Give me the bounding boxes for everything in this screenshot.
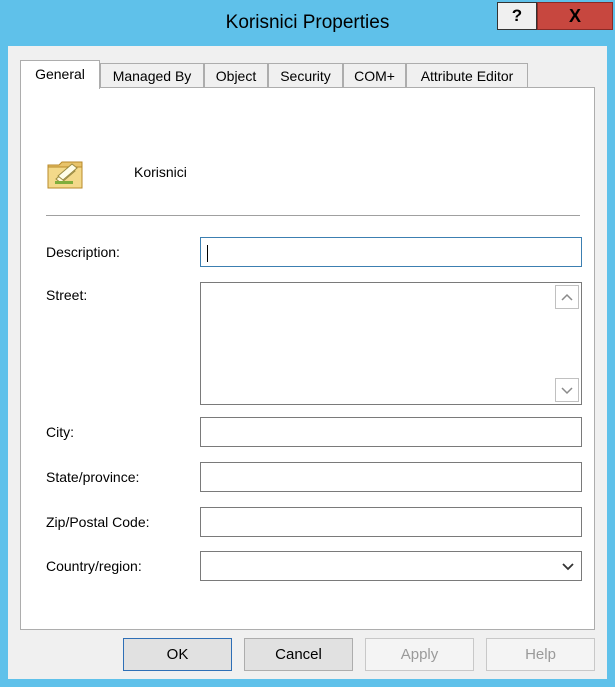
country-label: Country/region: <box>46 558 142 574</box>
tab-attribute-editor[interactable]: Attribute Editor <box>406 63 528 88</box>
general-tab-panel: Korisnici Description: Street: City: Sta… <box>20 87 595 630</box>
properties-dialog: Korisnici Properties ? X General Managed… <box>0 0 615 687</box>
cancel-button[interactable]: Cancel <box>244 638 353 671</box>
separator <box>46 215 580 216</box>
scroll-up-button[interactable] <box>555 285 579 309</box>
description-input[interactable] <box>200 237 582 267</box>
organizational-unit-icon <box>47 161 83 189</box>
tab-object[interactable]: Object <box>204 63 268 88</box>
chevron-up-icon <box>561 293 573 301</box>
apply-button[interactable]: Apply <box>365 638 474 671</box>
close-button[interactable]: X <box>537 2 613 30</box>
zip-label: Zip/Postal Code: <box>46 514 150 530</box>
chevron-down-icon <box>562 563 574 571</box>
text-caret <box>207 245 208 262</box>
city-input[interactable] <box>200 417 582 447</box>
dialog-client-area: General Managed By Object Security COM+ … <box>8 46 607 679</box>
zip-input[interactable] <box>200 507 582 537</box>
description-label: Description: <box>46 244 120 260</box>
tab-security[interactable]: Security <box>268 63 343 88</box>
ok-button[interactable]: OK <box>123 638 232 671</box>
state-label: State/province: <box>46 469 140 485</box>
street-label: Street: <box>46 287 88 303</box>
country-select[interactable] <box>200 551 582 581</box>
street-scrollbar[interactable] <box>555 285 579 402</box>
title-bar[interactable]: Korisnici Properties ? X <box>0 0 615 46</box>
scroll-down-button[interactable] <box>555 378 579 402</box>
state-input[interactable] <box>200 462 582 492</box>
help-title-button[interactable]: ? <box>497 2 537 30</box>
street-textarea[interactable] <box>200 282 582 405</box>
tab-com-plus[interactable]: COM+ <box>343 63 406 88</box>
object-name: Korisnici <box>134 164 187 180</box>
city-label: City: <box>46 424 74 440</box>
tab-general[interactable]: General <box>20 60 100 89</box>
help-button[interactable]: Help <box>486 638 595 671</box>
chevron-down-icon <box>561 387 573 395</box>
tab-managed-by[interactable]: Managed By <box>100 63 204 88</box>
